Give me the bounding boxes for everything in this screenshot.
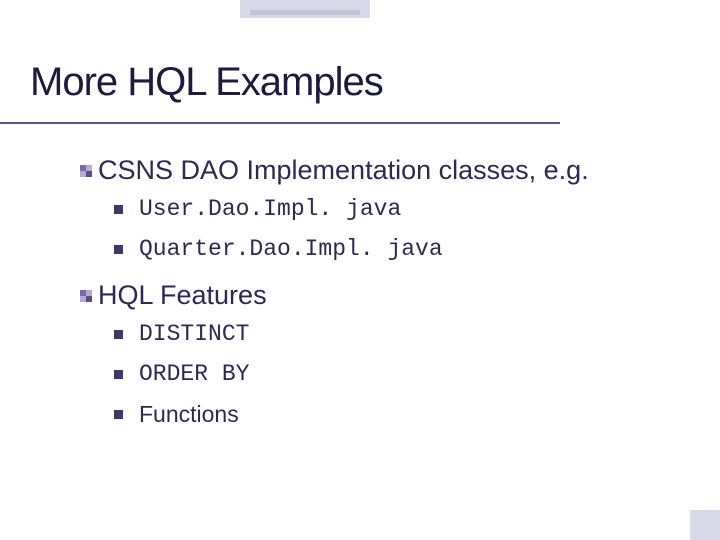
- bullet-level2: Quarter.Dao.Impl. java: [114, 236, 680, 262]
- diamond-bullet-icon: [80, 165, 92, 177]
- slide-title: More HQL Examples: [30, 60, 383, 105]
- bullet-level1: HQL Features: [80, 280, 680, 311]
- bullet-text: DISTINCT: [139, 321, 249, 347]
- bullet-text: Quarter.Dao.Impl. java: [139, 236, 443, 262]
- bullet-level2: User.Dao.Impl. java: [114, 196, 680, 222]
- bullet-text: HQL Features: [98, 280, 267, 311]
- square-bullet-icon: [114, 370, 123, 379]
- bullet-level2: DISTINCT: [114, 321, 680, 347]
- square-bullet-icon: [114, 245, 123, 254]
- decoration-top: [240, 0, 370, 18]
- square-bullet-icon: [114, 410, 123, 419]
- slide: More HQL Examples CSNS DAO Implementatio…: [0, 0, 720, 540]
- bullet-text: ORDER BY: [139, 361, 249, 387]
- bullet-level1: CSNS DAO Implementation classes, e.g.: [80, 155, 680, 186]
- bullet-text: CSNS DAO Implementation classes, e.g.: [98, 155, 589, 186]
- square-bullet-icon: [114, 205, 123, 214]
- bullet-level2: ORDER BY: [114, 361, 680, 387]
- sub-list: DISTINCT ORDER BY Functions: [114, 321, 680, 428]
- sub-list: User.Dao.Impl. java Quarter.Dao.Impl. ja…: [114, 196, 680, 262]
- bullet-level2: Functions: [114, 401, 680, 428]
- decoration-corner: [690, 510, 720, 540]
- bullet-text: User.Dao.Impl. java: [139, 196, 401, 222]
- diamond-bullet-icon: [80, 290, 92, 302]
- square-bullet-icon: [114, 330, 123, 339]
- slide-body: CSNS DAO Implementation classes, e.g. Us…: [80, 155, 680, 446]
- bullet-text: Functions: [139, 401, 239, 428]
- title-underline: [0, 122, 560, 124]
